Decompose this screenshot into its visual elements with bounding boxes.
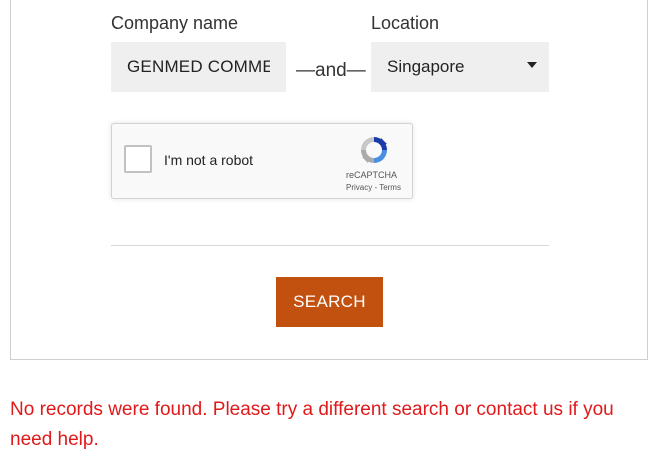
and-connector: —and— <box>296 60 366 81</box>
recaptcha-privacy-terms-link[interactable]: Privacy - Terms <box>346 183 401 192</box>
recaptcha-checkbox[interactable] <box>124 145 152 173</box>
form-divider <box>111 245 549 246</box>
location-selected-value: Singapore <box>387 57 465 76</box>
search-button[interactable]: SEARCH <box>276 277 383 327</box>
location-select[interactable]: Singapore <box>371 42 549 92</box>
company-name-label: Company name <box>111 13 239 33</box>
location-label: Location <box>371 13 440 33</box>
caret-down-icon <box>527 62 537 68</box>
recaptcha-brand: reCAPTCHA <box>346 170 398 180</box>
recaptcha-logo-icon <box>361 137 387 163</box>
no-records-error-message: No records were found. Please try a diff… <box>10 399 614 450</box>
company-name-input[interactable] <box>111 42 286 92</box>
recaptcha-label: I'm not a robot <box>164 152 254 168</box>
recaptcha-widget: I'm not a robot reCAPTCHA Privacy - Term… <box>111 123 413 199</box>
